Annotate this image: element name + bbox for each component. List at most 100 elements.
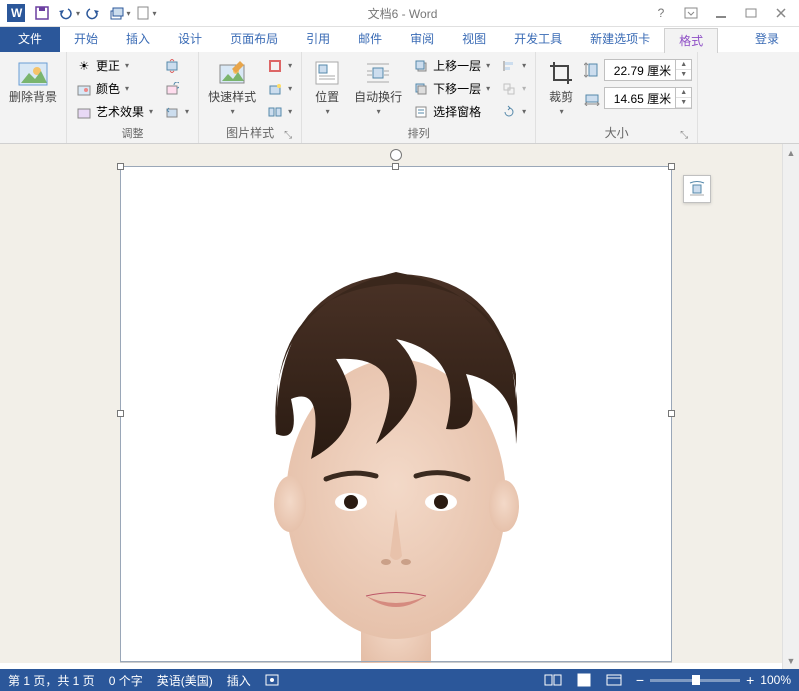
qat-btn-1[interactable]: ▾ xyxy=(108,2,132,24)
macro-icon[interactable] xyxy=(265,674,279,686)
reset-picture-button[interactable]: ▾ xyxy=(160,101,193,122)
position-icon xyxy=(311,57,343,89)
dialog-launcher-icon[interactable]: ⤡ xyxy=(282,129,294,141)
tab-view[interactable]: 视图 xyxy=(448,27,500,52)
tab-format[interactable]: 格式 xyxy=(664,28,718,53)
zoom-out-button[interactable]: − xyxy=(636,672,644,688)
height-spinner[interactable]: ▲▼ xyxy=(604,59,692,81)
quick-styles-button[interactable]: 快速样式▾ xyxy=(204,55,260,120)
login-link[interactable]: 登录 xyxy=(741,27,793,52)
width-input[interactable] xyxy=(605,91,675,105)
send-backward-button[interactable]: 下移一层▾ xyxy=(409,78,494,99)
crop-button[interactable]: 裁剪▾ xyxy=(541,55,581,120)
handle-tm[interactable] xyxy=(392,163,399,170)
picture-border-button[interactable]: ▾ xyxy=(263,55,296,76)
color-icon xyxy=(76,81,92,97)
quick-styles-icon xyxy=(216,57,248,89)
group-label-styles: 图片样式⤡ xyxy=(204,122,296,143)
remove-background-button[interactable]: 删除背景 xyxy=(5,55,61,106)
ribbon-options-icon[interactable] xyxy=(677,3,705,23)
handle-tl[interactable] xyxy=(117,163,124,170)
vertical-scrollbar[interactable]: ▲ ▼ xyxy=(782,144,799,669)
wrap-icon xyxy=(362,57,394,89)
bring-forward-button[interactable]: 上移一层▾ xyxy=(409,55,494,76)
remove-background-icon xyxy=(17,57,49,89)
help-icon[interactable]: ? xyxy=(647,3,675,23)
word-icon[interactable]: W xyxy=(4,2,28,24)
zoom-level[interactable]: 100% xyxy=(760,673,791,687)
width-up[interactable]: ▲ xyxy=(676,88,691,98)
selection-pane-button[interactable]: 选择窗格 xyxy=(409,101,494,122)
wrap-text-button[interactable]: 自动换行▾ xyxy=(350,55,406,120)
tab-review[interactable]: 审阅 xyxy=(396,27,448,52)
status-page[interactable]: 第 1 页，共 1 页 xyxy=(8,672,95,689)
minimize-icon[interactable] xyxy=(707,3,735,23)
handle-mr[interactable] xyxy=(668,410,675,417)
tab-home[interactable]: 开始 xyxy=(60,27,112,52)
status-language[interactable]: 英语(美国) xyxy=(157,672,213,689)
title-bar: W ▾ ▾ ▾ 文档6 - Word ? xyxy=(0,0,799,27)
save-icon[interactable] xyxy=(30,2,54,24)
zoom-in-button[interactable]: + xyxy=(746,672,754,688)
maximize-icon[interactable] xyxy=(737,3,765,23)
width-spinner[interactable]: ▲▼ xyxy=(604,87,692,109)
height-input[interactable] xyxy=(605,63,675,77)
group-label-size: 大小⤡ xyxy=(541,122,692,143)
tab-custom[interactable]: 新建选项卡 xyxy=(576,27,664,52)
group-label-arrange: 排列 xyxy=(307,123,530,143)
compress-icon xyxy=(164,58,180,74)
align-icon xyxy=(501,58,517,74)
brightness-icon: ☀ xyxy=(76,58,92,74)
position-button[interactable]: 位置▾ xyxy=(307,55,347,120)
tab-design[interactable]: 设计 xyxy=(164,27,216,52)
tab-developer[interactable]: 开发工具 xyxy=(500,27,576,52)
scroll-down-icon[interactable]: ▼ xyxy=(783,652,799,669)
zoom-control: − + 100% xyxy=(636,672,791,688)
new-doc-icon[interactable]: ▾ xyxy=(134,2,158,24)
tab-file[interactable]: 文件 xyxy=(0,27,60,52)
rotate-button[interactable]: ▾ xyxy=(497,101,530,122)
tab-mailings[interactable]: 邮件 xyxy=(344,27,396,52)
scroll-up-icon[interactable]: ▲ xyxy=(783,144,799,161)
status-bar: 第 1 页，共 1 页 0 个字 英语(美国) 插入 − + 100% xyxy=(0,669,799,691)
view-web-icon[interactable] xyxy=(606,673,622,687)
dialog-launcher-size-icon[interactable]: ⤡ xyxy=(678,129,690,141)
close-icon[interactable] xyxy=(767,3,795,23)
rotate-icon xyxy=(501,104,517,120)
align-button[interactable]: ▾ xyxy=(497,55,530,76)
rotate-handle[interactable] xyxy=(390,149,402,161)
height-up[interactable]: ▲ xyxy=(676,60,691,70)
handle-tr[interactable] xyxy=(668,163,675,170)
picture-effects-button[interactable]: ▾ xyxy=(263,78,296,99)
height-down[interactable]: ▼ xyxy=(676,70,691,80)
picture-layout-button[interactable]: ▾ xyxy=(263,101,296,122)
window-controls: ? xyxy=(647,3,795,23)
view-print-icon[interactable] xyxy=(576,673,592,687)
artistic-effects-button[interactable]: 艺术效果▾ xyxy=(72,101,157,122)
status-words[interactable]: 0 个字 xyxy=(109,672,143,689)
zoom-slider[interactable] xyxy=(650,679,740,682)
quick-access-toolbar: W ▾ ▾ ▾ xyxy=(4,2,158,24)
tab-references[interactable]: 引用 xyxy=(292,27,344,52)
image-selection xyxy=(120,166,672,662)
group-button[interactable]: ▾ xyxy=(497,78,530,99)
width-down[interactable]: ▼ xyxy=(676,98,691,108)
handle-ml[interactable] xyxy=(117,410,124,417)
redo-icon[interactable] xyxy=(82,2,106,24)
backward-icon xyxy=(413,81,429,97)
tab-layout[interactable]: 页面布局 xyxy=(216,27,292,52)
status-mode[interactable]: 插入 xyxy=(227,672,251,689)
selection-pane-icon xyxy=(413,104,429,120)
layout-options-button[interactable] xyxy=(683,175,711,203)
color-button[interactable]: 颜色▾ xyxy=(72,78,157,99)
undo-icon[interactable]: ▾ xyxy=(56,2,80,24)
zoom-thumb[interactable] xyxy=(692,675,700,685)
view-read-icon[interactable] xyxy=(544,673,562,687)
corrections-button[interactable]: ☀更正▾ xyxy=(72,55,157,76)
pic-layout-icon xyxy=(267,104,283,120)
change-picture-button[interactable] xyxy=(160,78,193,99)
tab-insert[interactable]: 插入 xyxy=(112,27,164,52)
group-label-blank xyxy=(5,127,61,143)
ribbon: 删除背景 ☀更正▾ 颜色▾ 艺术效果▾ ▾ 调整 快速样式▾ xyxy=(0,52,799,144)
compress-pictures-button[interactable] xyxy=(160,55,193,76)
